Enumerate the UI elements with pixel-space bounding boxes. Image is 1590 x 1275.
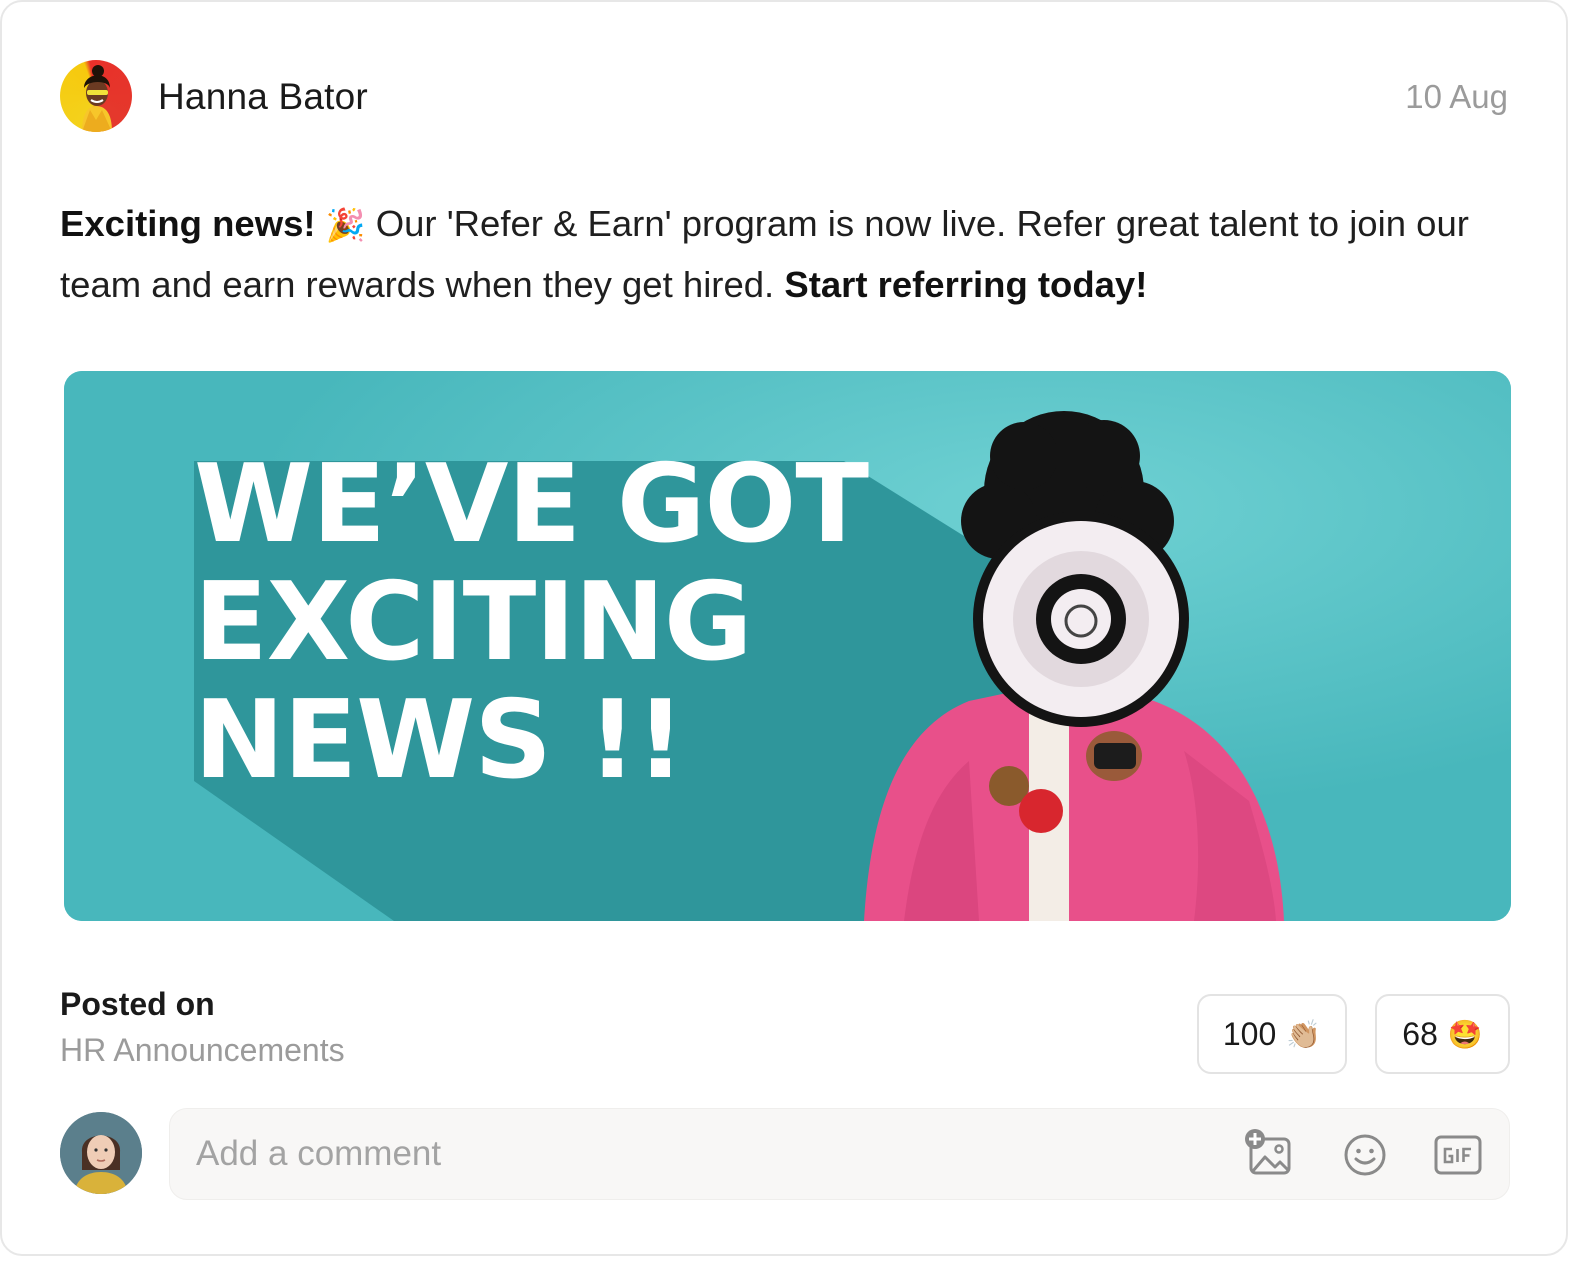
banner-headline-line-3: NEWS !!: [194, 678, 685, 803]
author-avatar[interactable]: [60, 60, 132, 132]
reaction-count: 68: [1402, 1015, 1438, 1052]
author-name[interactable]: Hanna Bator: [158, 76, 368, 118]
clapping-hands-icon: 👏🏼: [1286, 1017, 1322, 1051]
post-cta: Start referring today!: [784, 264, 1148, 305]
emoji-icon[interactable]: [1337, 1127, 1393, 1183]
comment-box: [169, 1108, 1510, 1200]
party-popper-icon: 🎉: [325, 206, 366, 244]
banner-headline-line-1: WE’VE GOT: [194, 442, 869, 567]
post-text: Exciting news! 🎉 Our 'Refer & Earn' prog…: [60, 194, 1520, 314]
star-struck-icon: 🤩: [1447, 1017, 1483, 1051]
reaction-clap-button[interactable]: 100 👏🏼: [1197, 994, 1347, 1074]
banner-headline-line-2: EXCITING: [194, 560, 753, 685]
current-user-avatar: [60, 1112, 142, 1194]
post-lead: Exciting news!: [60, 203, 316, 244]
channel-link[interactable]: HR Announcements: [60, 1032, 345, 1069]
comment-input[interactable]: [196, 1109, 1196, 1199]
reaction-star-struck-button[interactable]: 68 🤩: [1375, 994, 1510, 1074]
posted-on-label: Posted on: [60, 986, 215, 1022]
post-date: 10 Aug: [1405, 78, 1508, 115]
reaction-count: 100: [1222, 1015, 1277, 1052]
gif-icon[interactable]: [1430, 1127, 1486, 1183]
add-image-icon[interactable]: [1243, 1127, 1299, 1183]
post-card: Hanna Bator 10 Aug Exciting news! 🎉 Our …: [0, 0, 1568, 1256]
announcement-banner[interactable]: WE’VE GOT EXCITING NEWS !!: [64, 371, 1511, 921]
